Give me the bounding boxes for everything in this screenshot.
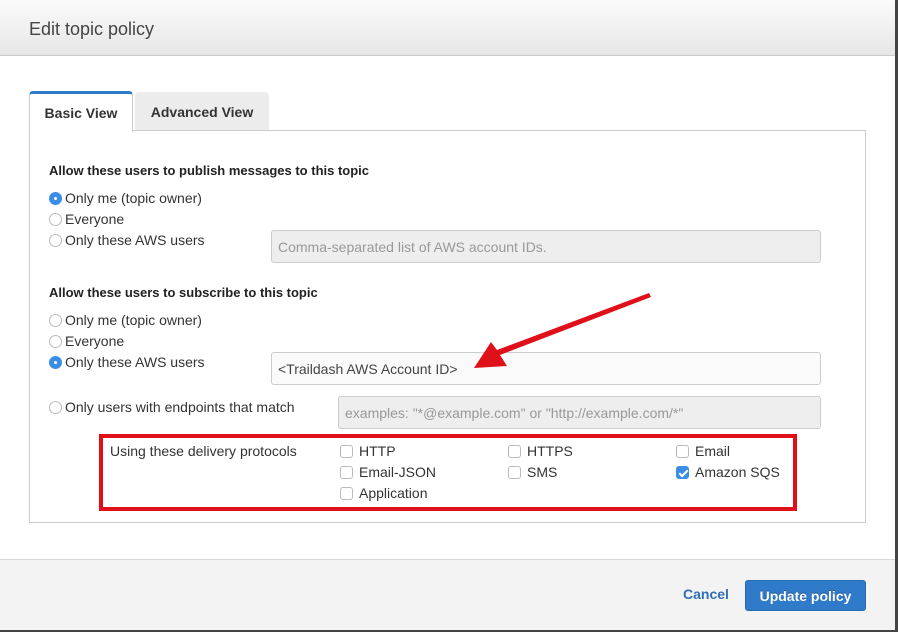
subscribe-aws-users-input[interactable] [271,352,821,385]
dialog-header: Edit topic policy [0,0,895,56]
radio-label: Everyone [65,211,125,227]
endpoints-match-input[interactable] [338,396,821,429]
checkbox-label: HTTPS [527,443,573,459]
protocol-checkbox-http[interactable]: HTTP [340,443,396,459]
update-policy-button[interactable]: Update policy [745,580,866,611]
checkbox-label: Amazon SQS [695,464,780,480]
publish-section-title: Allow these users to publish messages to… [49,163,370,178]
checkbox-label: HTTP [359,443,396,459]
radio-label: Only users with endpoints that match [65,399,295,415]
radio-unselected-icon[interactable] [49,400,62,414]
radio-label: Only these AWS users [65,232,205,248]
checkbox-unchecked-icon[interactable] [676,444,689,458]
protocol-checkbox-email[interactable]: Email [676,443,730,459]
protocol-checkbox-https[interactable]: HTTPS [508,443,573,459]
edit-topic-policy-dialog: Edit topic policy Basic View Advanced Vi… [0,0,898,632]
radio-label: Only me (topic owner) [65,312,202,328]
cancel-button[interactable]: Cancel [683,586,729,602]
subscribe-radio-only-me[interactable]: Only me (topic owner) [49,312,202,328]
radio-unselected-icon[interactable] [49,233,62,247]
radio-label: Everyone [65,333,125,349]
publish-radio-everyone[interactable]: Everyone [49,211,124,227]
radio-selected-icon[interactable] [49,191,62,205]
checkbox-label: Email [695,443,731,459]
radio-unselected-icon[interactable] [49,334,62,348]
dialog-title: Edit topic policy [29,19,155,39]
checkbox-unchecked-icon[interactable] [340,486,353,500]
checkbox-label: Email-JSON [359,464,437,480]
publish-aws-users-input[interactable] [271,230,821,263]
protocol-checkbox-amazon-sqs[interactable]: Amazon SQS [676,464,780,480]
publish-radio-aws-users[interactable]: Only these AWS users [49,232,205,248]
checkbox-unchecked-icon[interactable] [508,444,521,458]
radio-label: Only me (topic owner) [65,190,202,206]
checkbox-unchecked-icon[interactable] [508,465,521,479]
tab-basic-view[interactable]: Basic View [29,91,133,132]
tab-advanced-view[interactable]: Advanced View [135,92,269,131]
radio-label: Only these AWS users [65,354,205,370]
radio-unselected-icon[interactable] [49,313,62,327]
checkbox-unchecked-icon[interactable] [340,465,353,479]
checkbox-label: Application [359,485,428,501]
delivery-protocols-label: Using these delivery protocols [110,443,297,459]
radio-unselected-icon[interactable] [49,212,62,226]
subscribe-section-title: Allow these users to subscribe to this t… [49,285,318,300]
protocol-checkbox-application[interactable]: Application [340,485,428,501]
protocol-checkbox-email-json[interactable]: Email-JSON [340,464,436,480]
radio-selected-icon[interactable] [49,355,62,369]
subscribe-radio-endpoints[interactable]: Only users with endpoints that match [49,399,295,415]
checkbox-label: SMS [527,464,558,480]
protocol-checkbox-sms[interactable]: SMS [508,464,557,480]
subscribe-radio-everyone[interactable]: Everyone [49,333,124,349]
checkbox-checked-icon[interactable] [676,465,689,479]
checkbox-unchecked-icon[interactable] [340,444,353,458]
subscribe-radio-aws-users[interactable]: Only these AWS users [49,354,205,370]
publish-radio-only-me[interactable]: Only me (topic owner) [49,190,202,206]
